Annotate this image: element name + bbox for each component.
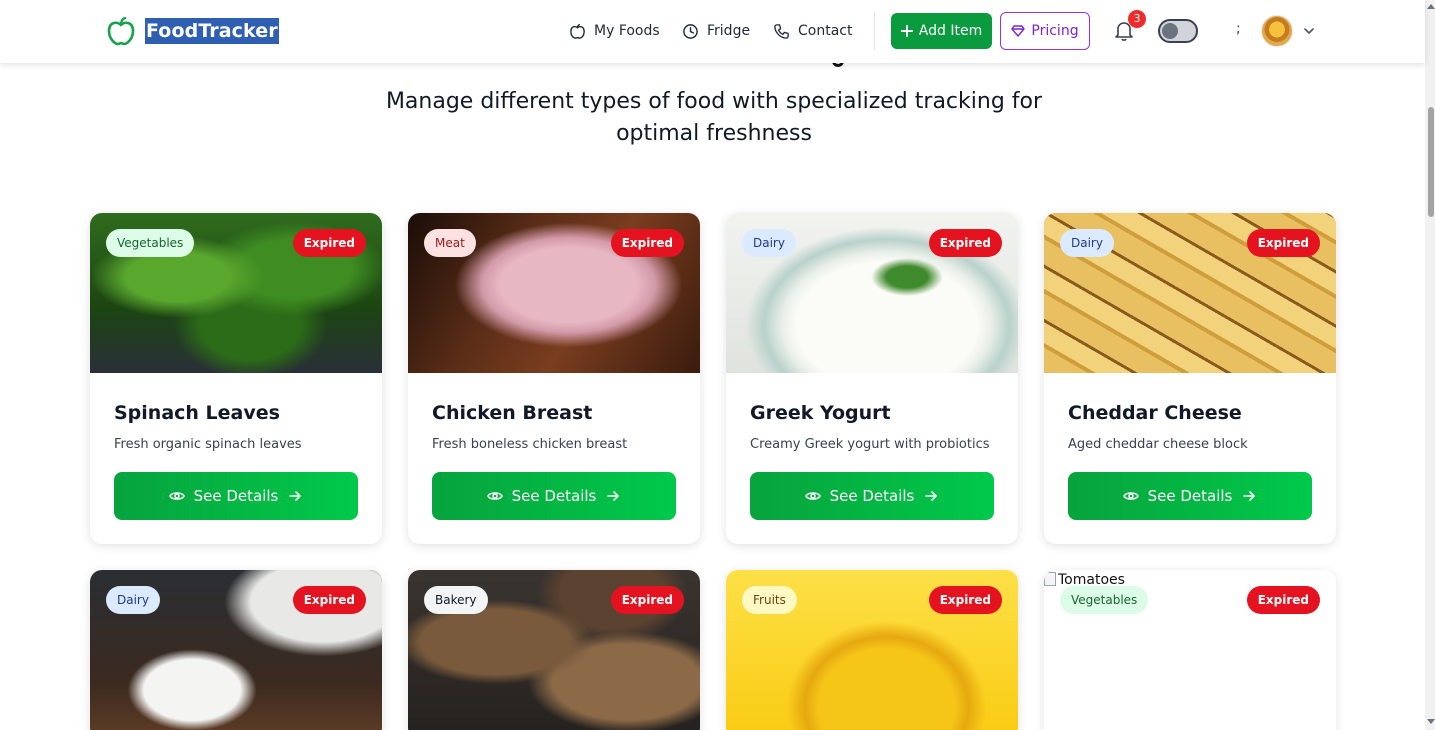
eye-icon <box>804 492 821 500</box>
category-badge: Dairy <box>742 229 796 257</box>
expired-badge: Expired <box>928 586 1002 614</box>
expired-badge: Expired <box>610 586 684 614</box>
expired-badge: Expired <box>292 586 366 614</box>
nav-link-label: Fridge <box>707 23 751 39</box>
separator-text: ; <box>1236 21 1241 37</box>
expired-badge: Expired <box>1246 586 1320 614</box>
category-badge: Vegetables <box>1060 586 1149 614</box>
food-card[interactable]: Bakery Expired <box>408 570 700 730</box>
pricing-button[interactable]: Pricing <box>1000 12 1090 50</box>
food-image-milk: Dairy Expired <box>90 570 382 730</box>
card-title: Spinach Leaves <box>114 402 280 424</box>
expired-badge: Expired <box>1246 229 1320 257</box>
food-image-bread: Bakery Expired <box>408 570 700 730</box>
see-details-button[interactable]: See Details <box>114 472 358 520</box>
see-details-label: See Details <box>193 487 279 505</box>
category-badge: Bakery <box>424 586 488 614</box>
card-title: Greek Yogurt <box>750 402 891 424</box>
card-description: Creamy Greek yogurt with probiotics <box>750 437 990 452</box>
see-details-label: See Details <box>829 487 915 505</box>
chevron-down-icon[interactable] <box>1302 24 1316 38</box>
arrow-right-icon <box>607 491 620 501</box>
card-description: Aged cheddar cheese block <box>1068 437 1248 452</box>
gem-icon <box>1011 25 1026 37</box>
food-image-cheese: Dairy Expired <box>1044 213 1336 373</box>
arrow-right-icon <box>1243 491 1256 501</box>
expired-badge: Expired <box>928 229 1002 257</box>
add-item-label: Add Item <box>918 23 983 39</box>
see-details-button[interactable]: See Details <box>1068 472 1312 520</box>
nav-fridge[interactable]: Fridge <box>682 19 750 43</box>
scroll-up-arrow[interactable] <box>1427 4 1435 9</box>
nav-link-label: My Foods <box>594 23 660 39</box>
eye-icon <box>1122 492 1139 500</box>
broken-image-icon <box>1044 572 1056 586</box>
food-card[interactable]: Dairy Expired <box>90 570 382 730</box>
nav-my-foods[interactable]: My Foods <box>569 19 660 43</box>
nav-divider <box>874 12 875 50</box>
card-description: Fresh organic spinach leaves <box>114 437 302 452</box>
navbar: FoodTracker My Foods Fridge Contact Add … <box>0 0 1425 63</box>
eye-icon <box>486 492 503 500</box>
food-card[interactable]: Dairy Expired Cheddar Cheese Aged chedda… <box>1044 213 1336 544</box>
scrollbar-thumb[interactable] <box>1428 107 1434 217</box>
category-badge: Meat <box>424 229 476 257</box>
food-image-chicken: Meat Expired <box>408 213 700 373</box>
card-title: Cheddar Cheese <box>1068 402 1242 424</box>
see-details-button[interactable]: See Details <box>750 472 994 520</box>
arrow-right-icon <box>289 491 302 501</box>
expired-badge: Expired <box>292 229 366 257</box>
brand-name: FoodTracker <box>145 18 279 44</box>
food-card[interactable]: Meat Expired Chicken Breast Fresh bonele… <box>408 213 700 544</box>
apple-icon <box>570 23 585 39</box>
brand[interactable]: FoodTracker <box>106 16 279 46</box>
food-card[interactable]: Fruits Expired <box>726 570 1018 730</box>
scroll-down-arrow[interactable] <box>1427 719 1435 724</box>
category-badge: Fruits <box>742 586 797 614</box>
eye-icon <box>168 492 185 500</box>
card-description: Fresh boneless chicken breast <box>432 437 628 452</box>
avatar[interactable] <box>1261 15 1293 47</box>
phone-icon <box>774 23 789 39</box>
notification-badge: 3 <box>1128 10 1146 28</box>
see-details-label: See Details <box>511 487 597 505</box>
category-badge: Vegetables <box>106 229 195 257</box>
food-image-tomatoes: Tomatoes Vegetables Expired <box>1044 570 1336 730</box>
clock-icon <box>683 23 698 39</box>
theme-toggle[interactable] <box>1158 19 1198 43</box>
nav-link-label: Contact <box>798 23 853 39</box>
nav-contact[interactable]: Contact <box>773 19 852 43</box>
food-image-yogurt: Dairy Expired <box>726 213 1018 373</box>
food-image-bananas: Fruits Expired <box>726 570 1018 730</box>
see-details-label: See Details <box>1147 487 1233 505</box>
food-image-spinach: Vegetables Expired <box>90 213 382 373</box>
plus-icon <box>900 25 913 37</box>
arrow-right-icon <box>925 491 938 501</box>
category-badge: Dairy <box>106 586 160 614</box>
expired-badge: Expired <box>610 229 684 257</box>
see-details-button[interactable]: See Details <box>432 472 676 520</box>
toggle-knob <box>1162 23 1178 39</box>
food-card[interactable]: Dairy Expired Greek Yogurt Creamy Greek … <box>726 213 1018 544</box>
food-card[interactable]: Vegetables Expired Spinach Leaves Fresh … <box>90 213 382 544</box>
pricing-label: Pricing <box>1031 23 1079 39</box>
apple-logo-icon <box>107 16 135 46</box>
category-badge: Dairy <box>1060 229 1114 257</box>
food-card[interactable]: Tomatoes Vegetables Expired <box>1044 570 1336 730</box>
card-title: Chicken Breast <box>432 402 593 424</box>
add-item-button[interactable]: Add Item <box>891 13 992 49</box>
hero-subtitle: Manage different types of food with spec… <box>385 89 1043 146</box>
